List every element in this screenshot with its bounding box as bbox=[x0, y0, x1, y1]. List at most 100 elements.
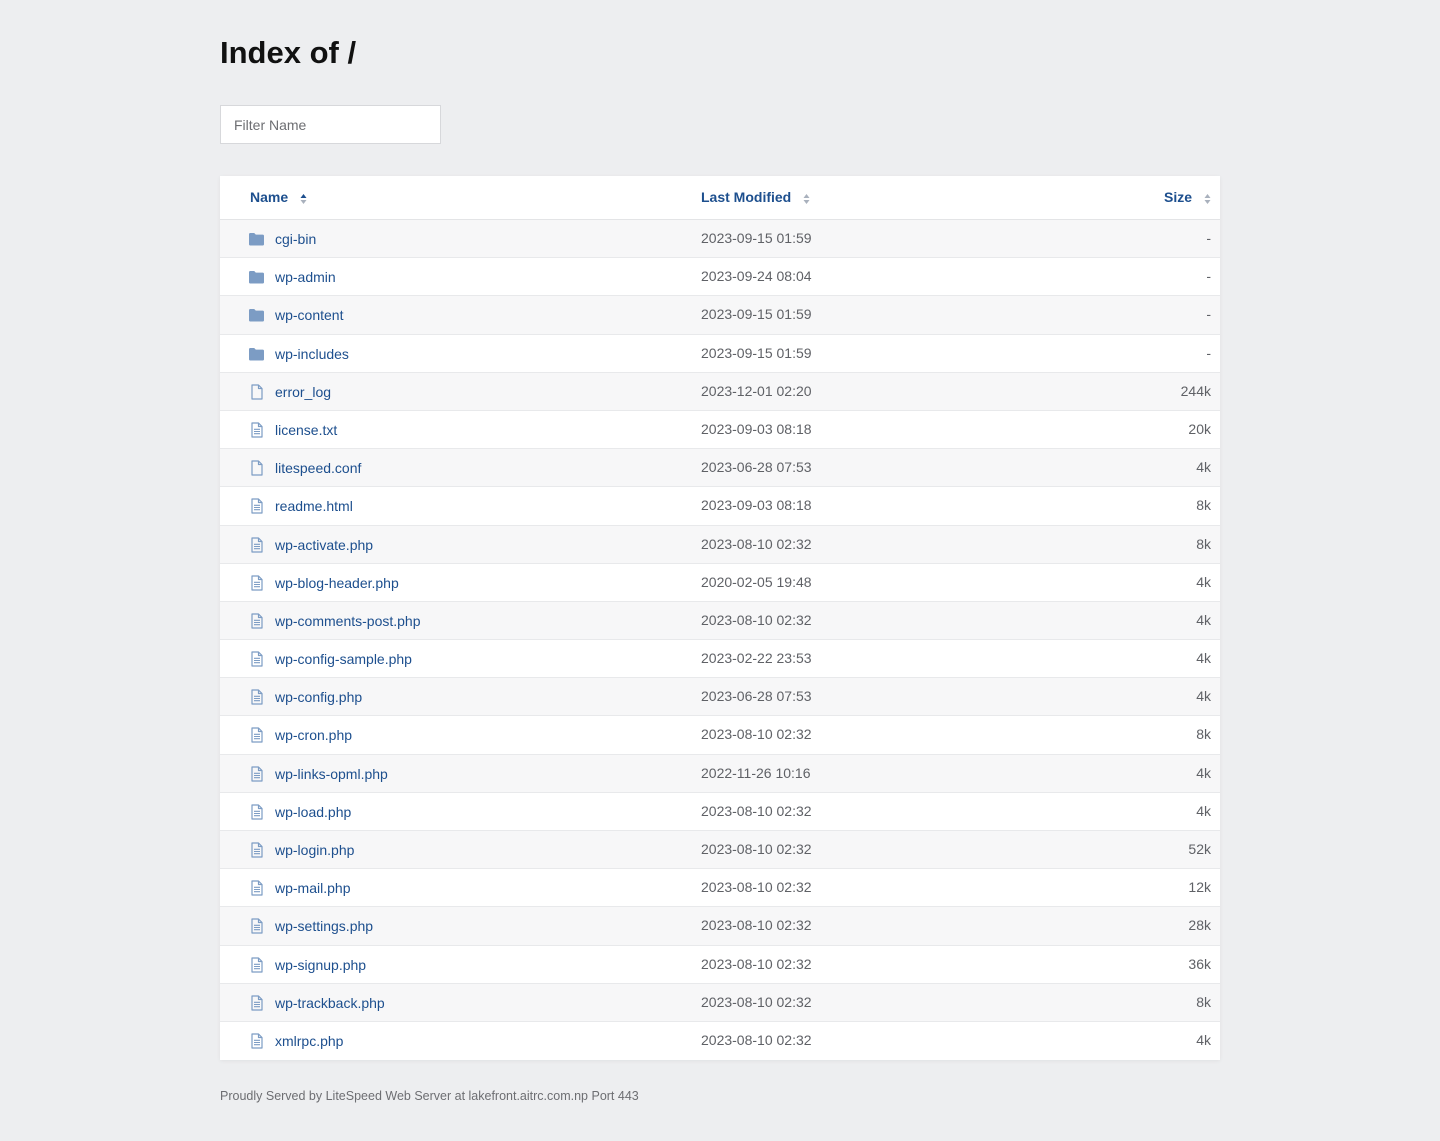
text-file-icon bbox=[248, 956, 265, 973]
size-cell: 12k bbox=[1188, 879, 1211, 896]
size-cell: 8k bbox=[1196, 993, 1211, 1010]
entry-name-link[interactable]: wp-links-opml.php bbox=[275, 766, 388, 782]
entry-name-link[interactable]: wp-activate.php bbox=[275, 537, 373, 553]
text-file-icon bbox=[248, 422, 265, 438]
table-row: wp-signup.php 2023-08-10 02:32 36k bbox=[220, 945, 1220, 984]
last-modified-cell: 2023-08-10 02:32 bbox=[701, 879, 812, 896]
sort-by-name-header[interactable]: Name bbox=[250, 189, 307, 205]
entry-name-link[interactable]: wp-config.php bbox=[275, 689, 362, 705]
name-header-label: Name bbox=[250, 189, 289, 205]
size-cell: 4k bbox=[1196, 573, 1211, 590]
entry-name-link[interactable]: wp-mail.php bbox=[275, 880, 350, 896]
text-file-icon bbox=[248, 880, 265, 896]
size-cell: 8k bbox=[1196, 535, 1211, 552]
last-modified-cell: 2023-08-10 02:32 bbox=[701, 841, 812, 857]
last-modified-header-label: Last Modified bbox=[701, 189, 792, 205]
table-row: wp-trackback.php 2023-08-10 02:32 8k bbox=[220, 983, 1220, 1022]
table-row: wp-mail.php 2023-08-10 02:32 12k bbox=[220, 869, 1220, 908]
table-row: wp-includes 2023-09-15 01:59 - bbox=[220, 334, 1220, 373]
size-cell: - bbox=[1206, 230, 1211, 246]
text-file-icon bbox=[248, 651, 265, 667]
entry-name-link[interactable]: wp-includes bbox=[275, 346, 349, 362]
text-file-icon bbox=[248, 766, 265, 782]
size-cell: 4k bbox=[1196, 802, 1211, 819]
last-modified-cell: 2023-08-10 02:32 bbox=[701, 1031, 812, 1048]
last-modified-cell: 2023-08-10 02:32 bbox=[701, 726, 812, 743]
sort-icon bbox=[803, 193, 810, 205]
size-cell: 52k bbox=[1188, 841, 1211, 857]
last-modified-cell: 2023-06-28 07:53 bbox=[701, 459, 812, 476]
entry-name-link[interactable]: wp-content bbox=[275, 307, 343, 323]
folder-icon bbox=[248, 307, 265, 323]
entry-name-link[interactable]: xmlrpc.php bbox=[275, 1033, 343, 1049]
table-row: xmlrpc.php 2023-08-10 02:32 4k bbox=[220, 1021, 1220, 1061]
entry-name-link[interactable]: wp-signup.php bbox=[275, 957, 366, 973]
text-file-icon bbox=[248, 575, 265, 591]
entry-name-link[interactable]: wp-trackback.php bbox=[275, 995, 385, 1011]
last-modified-cell: 2023-02-22 23:53 bbox=[701, 650, 812, 667]
size-header-label: Size bbox=[1163, 189, 1192, 205]
text-file-icon bbox=[248, 1033, 265, 1049]
last-modified-cell: 2023-12-01 02:20 bbox=[701, 382, 812, 399]
table-row: wp-blog-header.php 2020-02-05 19:48 4k bbox=[220, 563, 1220, 602]
entry-name-link[interactable]: wp-config-sample.php bbox=[275, 651, 412, 667]
last-modified-cell: 2023-09-15 01:59 bbox=[701, 344, 812, 361]
file-icon bbox=[248, 384, 265, 400]
last-modified-cell: 2023-08-10 02:32 bbox=[701, 535, 812, 552]
last-modified-cell: 2023-09-03 08:18 bbox=[701, 420, 812, 437]
sort-icon bbox=[1204, 193, 1211, 205]
size-cell: - bbox=[1206, 344, 1211, 361]
entry-name-link[interactable]: error_log bbox=[275, 384, 331, 400]
table-row: wp-settings.php 2023-08-10 02:32 28k bbox=[220, 907, 1220, 946]
last-modified-cell: 2023-09-15 01:59 bbox=[701, 230, 812, 246]
entry-name-link[interactable]: wp-login.php bbox=[275, 842, 354, 858]
text-file-icon bbox=[248, 727, 265, 744]
size-cell: 36k bbox=[1188, 955, 1211, 972]
table-row: wp-content 2023-09-15 01:59 - bbox=[220, 296, 1220, 335]
last-modified-cell: 2020-02-05 19:48 bbox=[701, 573, 812, 590]
sort-by-size-header[interactable]: Size bbox=[1164, 189, 1211, 205]
last-modified-cell: 2023-09-03 08:18 bbox=[701, 497, 812, 514]
entry-name-link[interactable]: license.txt bbox=[275, 422, 337, 438]
folder-icon bbox=[248, 269, 265, 285]
size-cell: 20k bbox=[1188, 420, 1211, 437]
last-modified-cell: 2023-08-10 02:32 bbox=[701, 802, 812, 819]
folder-icon bbox=[248, 346, 265, 362]
entry-name-link[interactable]: wp-admin bbox=[275, 269, 336, 285]
size-cell: 4k bbox=[1196, 459, 1211, 476]
table-row: wp-cron.php 2023-08-10 02:32 8k bbox=[220, 716, 1220, 755]
entry-name-link[interactable]: wp-comments-post.php bbox=[275, 613, 421, 629]
table-row: wp-comments-post.php 2023-08-10 02:32 4k bbox=[220, 601, 1220, 641]
table-row: readme.html 2023-09-03 08:18 8k bbox=[220, 487, 1220, 526]
table-row: wp-links-opml.php 2022-11-26 10:16 4k bbox=[220, 754, 1220, 793]
table-row: license.txt 2023-09-03 08:18 20k bbox=[220, 410, 1220, 450]
size-cell: 244k bbox=[1180, 382, 1211, 399]
table-row: wp-config.php 2023-06-28 07:53 4k bbox=[220, 678, 1220, 717]
table-row: wp-config-sample.php 2023-02-22 23:53 4k bbox=[220, 640, 1220, 679]
last-modified-cell: 2023-06-28 07:53 bbox=[701, 688, 812, 705]
size-cell: 4k bbox=[1196, 611, 1211, 628]
text-file-icon bbox=[248, 536, 265, 553]
last-modified-cell: 2023-08-10 02:32 bbox=[701, 611, 812, 628]
file-icon bbox=[248, 460, 265, 476]
folder-icon bbox=[248, 231, 265, 247]
size-cell: 4k bbox=[1196, 650, 1211, 667]
entry-name-link[interactable]: wp-blog-header.php bbox=[275, 575, 399, 591]
page-title: Index of / bbox=[220, 35, 357, 70]
table-row: wp-login.php 2023-08-10 02:32 52k bbox=[220, 831, 1220, 870]
entry-name-link[interactable]: wp-settings.php bbox=[275, 918, 373, 934]
text-file-icon bbox=[248, 804, 265, 820]
sort-by-last-modified-header[interactable]: Last Modified bbox=[701, 189, 810, 205]
text-file-icon bbox=[248, 498, 265, 514]
size-cell: 4k bbox=[1196, 1031, 1211, 1048]
text-file-icon bbox=[248, 613, 265, 629]
table-header: Name Last Modified Size bbox=[220, 176, 1220, 220]
entry-name-link[interactable]: wp-load.php bbox=[275, 804, 351, 820]
entry-name-link[interactable]: cgi-bin bbox=[275, 231, 316, 247]
filter-name-input[interactable] bbox=[220, 105, 441, 144]
entry-name-link[interactable]: readme.html bbox=[275, 498, 353, 514]
text-file-icon bbox=[248, 689, 265, 705]
entry-name-link[interactable]: litespeed.conf bbox=[275, 460, 361, 476]
entry-name-link[interactable]: wp-cron.php bbox=[275, 727, 352, 743]
size-cell: 4k bbox=[1196, 688, 1211, 705]
